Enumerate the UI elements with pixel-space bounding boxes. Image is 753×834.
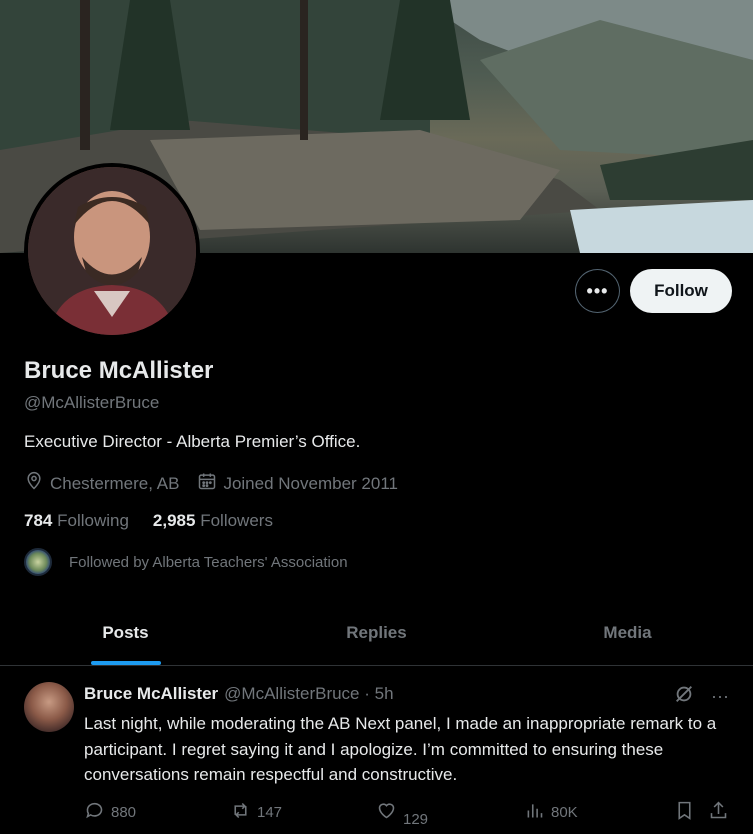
post-header: Bruce McAllister @McAllisterBruce · 5h	[84, 684, 394, 704]
location-text: Chestermere, AB	[50, 473, 180, 493]
location-pin-icon	[24, 471, 44, 496]
views-count: 80K	[551, 804, 578, 821]
post-author[interactable]: Bruce McAllister	[84, 684, 218, 704]
more-options-button[interactable]: •••	[575, 269, 620, 313]
follower-avatar	[24, 548, 52, 576]
repost-count: 147	[257, 804, 283, 821]
tab-media[interactable]: Media	[502, 600, 753, 665]
reply-count: 880	[111, 804, 137, 821]
joined-item: Joined November 2011	[197, 471, 398, 496]
tab-label: Posts	[102, 622, 149, 642]
reply-button[interactable]: 880	[84, 800, 136, 825]
profile-meta: Chestermere, AB Joined November 2011	[24, 471, 416, 496]
profile-bio: Executive Director - Alberta Premier’s O…	[24, 432, 361, 451]
views-icon	[524, 800, 545, 825]
repost-button[interactable]: 147	[230, 800, 282, 825]
repost-icon	[230, 800, 251, 825]
like-count: 129	[403, 811, 429, 828]
profile-handle: @McAllisterBruce	[24, 393, 160, 412]
tab-label: Media	[603, 622, 652, 642]
calendar-icon	[197, 471, 217, 496]
post-actions: 880 147 129 80K	[84, 800, 734, 828]
profile-stats: 784 Following 2,985 Followers	[24, 511, 297, 531]
following-label: Following	[57, 511, 129, 530]
post-header-icons: ···	[673, 683, 729, 710]
share-button[interactable]	[708, 800, 729, 825]
share-icon	[708, 800, 729, 825]
heart-icon	[376, 800, 397, 825]
followed-by[interactable]: Followed by Alberta Teachers' Associatio…	[24, 548, 348, 576]
like-button[interactable]: 129	[376, 800, 429, 828]
reply-icon	[84, 800, 105, 825]
profile-avatar[interactable]	[24, 163, 200, 339]
followers-label: Followers	[200, 511, 273, 530]
post[interactable]: Bruce McAllister @McAllisterBruce · 5h ·…	[0, 667, 753, 834]
bookmark-icon	[674, 800, 695, 825]
follow-button[interactable]: Follow	[630, 269, 732, 313]
post-more-button[interactable]: ···	[711, 686, 729, 707]
active-tab-indicator	[90, 661, 161, 665]
tab-posts[interactable]: Posts	[0, 600, 251, 665]
post-avatar[interactable]	[24, 682, 74, 732]
post-text: Last night, while moderating the AB Next…	[84, 714, 717, 784]
following-count: 784	[24, 511, 53, 530]
followed-by-text: Followed by Alberta Teachers' Associatio…	[69, 553, 348, 571]
views-button[interactable]: 80K	[524, 800, 578, 825]
followers-link[interactable]: 2,985 Followers	[153, 511, 273, 531]
grok-icon[interactable]	[673, 683, 695, 710]
post-handle-time[interactable]: @McAllisterBruce · 5h	[224, 684, 393, 704]
following-link[interactable]: 784 Following	[24, 511, 129, 531]
location-item: Chestermere, AB	[24, 471, 179, 496]
bookmark-button[interactable]	[674, 800, 695, 825]
tab-replies[interactable]: Replies	[251, 600, 502, 665]
profile-tabs: Posts Replies Media	[0, 600, 753, 666]
joined-text: Joined November 2011	[223, 473, 398, 493]
tab-label: Replies	[346, 622, 407, 642]
followers-count: 2,985	[152, 511, 196, 530]
profile-name: Bruce McAllister	[24, 357, 214, 384]
